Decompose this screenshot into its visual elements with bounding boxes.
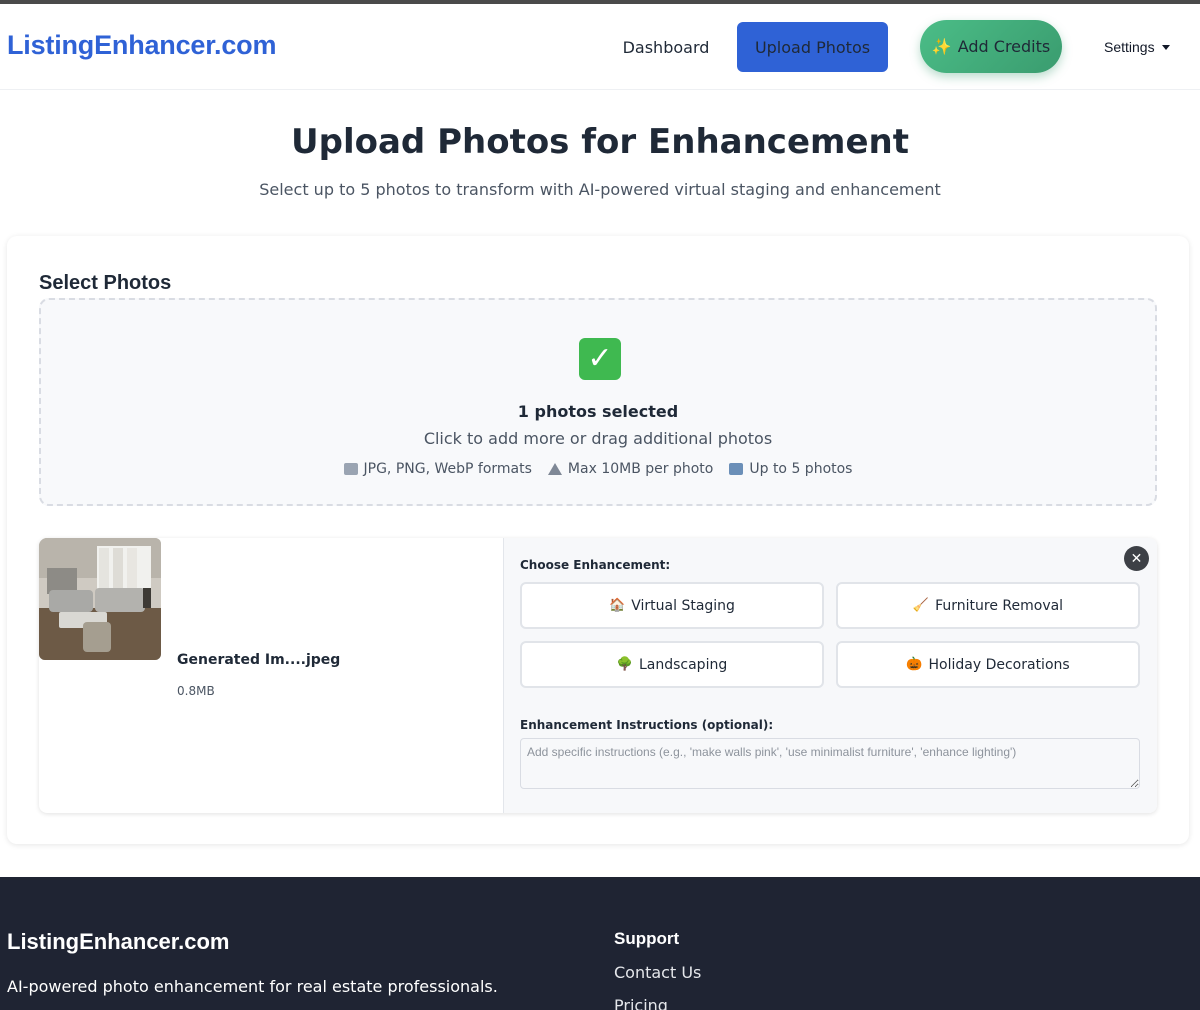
- settings-dropdown[interactable]: Settings: [1104, 34, 1170, 60]
- footer-link-contact[interactable]: Contact Us: [614, 963, 701, 982]
- furniture-removal-button[interactable]: 🧹 Furniture Removal: [836, 582, 1140, 629]
- limit-text: Up to 5 photos: [749, 461, 853, 477]
- pumpkin-icon: 🎃: [906, 657, 923, 672]
- max-size-info: Max 10MB per photo: [547, 461, 714, 477]
- formats-info: JPG, PNG, WebP formats: [343, 461, 532, 477]
- photo-dropzone[interactable]: ✓ 1 photos selected Click to add more or…: [39, 298, 1157, 506]
- ruler-icon: [547, 463, 562, 475]
- limit-info: Up to 5 photos: [729, 461, 852, 477]
- close-icon: ✕: [1130, 550, 1143, 567]
- page-subtitle: Select up to 5 photos to transform with …: [259, 180, 941, 199]
- remove-photo-button[interactable]: ✕: [1124, 546, 1149, 571]
- tree-icon: 🌳: [616, 657, 633, 672]
- sparkles-icon: ✨: [931, 37, 952, 56]
- virtual-staging-label: Virtual Staging: [631, 597, 735, 614]
- enhancement-grid: 🏠 Virtual Staging 🧹 Furniture Removal 🌳 …: [520, 582, 1140, 688]
- nav-dashboard-link[interactable]: Dashboard: [612, 22, 720, 72]
- formats-text: JPG, PNG, WebP formats: [363, 461, 532, 477]
- numbers-icon: [729, 463, 744, 475]
- max-size-text: Max 10MB per photo: [567, 461, 714, 477]
- furniture-removal-label: Furniture Removal: [935, 597, 1064, 614]
- footer-logo: ListingEnhancer.com: [7, 929, 230, 954]
- photo-thumbnail: [39, 538, 161, 660]
- enhancement-label: Choose Enhancement:: [520, 558, 671, 572]
- site-footer: ListingEnhancer.com AI-powered photo enh…: [0, 877, 1200, 1010]
- site-header: ListingEnhancer.com Dashboard Upload Pho…: [0, 4, 1200, 90]
- file-icon: [343, 463, 358, 475]
- holiday-decorations-label: Holiday Decorations: [928, 656, 1070, 673]
- site-logo[interactable]: ListingEnhancer.com: [7, 30, 276, 61]
- check-mark-icon: ✓: [579, 338, 621, 380]
- add-credits-button[interactable]: ✨ Add Credits: [920, 20, 1062, 73]
- dropzone-hint: Click to add more or drag additional pho…: [423, 429, 773, 448]
- footer-support-heading: Support: [614, 929, 680, 948]
- upload-card: Select Photos ✓ 1 photos selected Click …: [7, 236, 1189, 844]
- instructions-textarea[interactable]: [520, 738, 1140, 789]
- enhancement-options: ✕ Choose Enhancement: 🏠 Virtual Staging …: [503, 538, 1157, 813]
- selected-count: 1 photos selected: [517, 402, 679, 421]
- landscaping-label: Landscaping: [638, 656, 728, 673]
- instructions-label: Enhancement Instructions (optional):: [520, 718, 774, 732]
- add-credits-label: Add Credits: [957, 37, 1051, 56]
- page-title: Upload Photos for Enhancement: [291, 122, 909, 162]
- caret-down-icon: [1161, 44, 1170, 50]
- footer-tagline: AI-powered photo enhancement for real es…: [7, 977, 498, 996]
- house-icon: 🏠: [609, 598, 626, 613]
- broom-icon: 🧹: [912, 598, 930, 613]
- file-size: 0.8MB: [177, 684, 215, 698]
- holiday-decorations-button[interactable]: 🎃 Holiday Decorations: [836, 641, 1140, 688]
- file-name: Generated Im....jpeg: [177, 652, 341, 668]
- nav-upload-photos-button[interactable]: Upload Photos: [737, 22, 888, 72]
- footer-link-pricing[interactable]: Pricing: [614, 996, 668, 1010]
- selected-photo-item: Generated Im....jpeg 0.8MB ✕ Choose Enha…: [39, 538, 1157, 813]
- settings-label: Settings: [1104, 39, 1155, 55]
- virtual-staging-button[interactable]: 🏠 Virtual Staging: [520, 582, 824, 629]
- landscaping-button[interactable]: 🌳 Landscaping: [520, 641, 824, 688]
- section-title: Select Photos: [39, 272, 172, 294]
- dropzone-requirements: JPG, PNG, WebP formats Max 10MB per phot…: [41, 461, 1155, 477]
